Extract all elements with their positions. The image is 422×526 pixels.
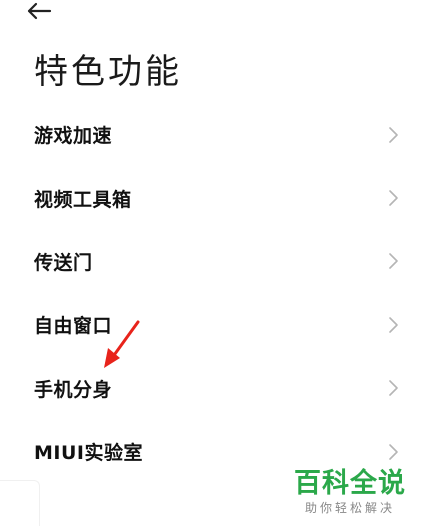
list-item-label: 传送门 <box>34 251 93 274</box>
watermark: 百科全说 助你轻松解决 <box>290 468 410 516</box>
watermark-slogan: 助你轻松解决 <box>304 501 395 515</box>
chevron-right-icon <box>389 126 398 143</box>
corner-tab <box>0 480 40 526</box>
feature-list: 游戏加速 视频工具箱 传送门 自由窗口 手机分身 MIUI实验室 <box>0 103 422 483</box>
arrow-left-icon <box>27 2 52 20</box>
chevron-right-icon <box>389 443 398 460</box>
chevron-right-icon <box>389 253 398 270</box>
list-item-dual-apps[interactable]: 手机分身 <box>0 357 422 420</box>
list-item-video-toolbox[interactable]: 视频工具箱 <box>0 166 422 229</box>
chevron-right-icon <box>389 380 398 397</box>
list-item-label: 手机分身 <box>34 378 113 401</box>
chevron-right-icon <box>389 317 398 333</box>
red-arrow-annotation-icon <box>104 320 140 368</box>
list-item-label: 视频工具箱 <box>34 188 132 211</box>
list-item-game-boost[interactable]: 游戏加速 <box>0 103 422 166</box>
watermark-logo: 百科全说 <box>294 468 406 499</box>
settings-screen: 特色功能 游戏加速 视频工具箱 传送门 自由窗口 手机分身 MIUI实验室 百科… <box>0 0 422 526</box>
chevron-right-icon <box>389 190 398 206</box>
page-title: 特色功能 <box>34 52 182 92</box>
list-item-portal[interactable]: 传送门 <box>0 230 422 293</box>
list-item-label: MIUI实验室 <box>34 442 143 465</box>
back-button[interactable] <box>26 0 66 22</box>
list-item-label: 游戏加速 <box>34 125 113 148</box>
list-item-free-window[interactable]: 自由窗口 <box>0 293 422 356</box>
